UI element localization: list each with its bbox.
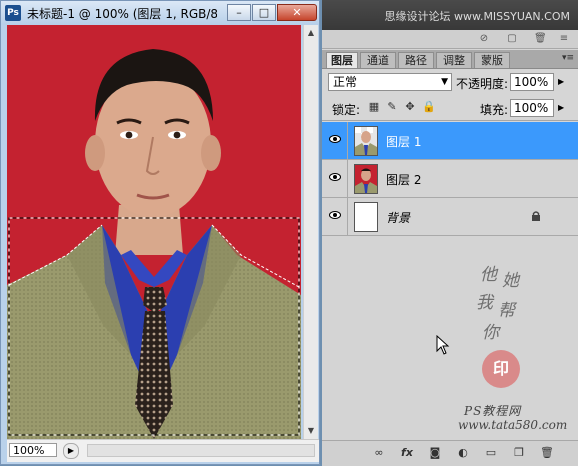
calligraphy-char: 我	[476, 293, 493, 313]
calligraphy-char: 帮	[498, 301, 515, 321]
photoshop-icon: Ps	[5, 5, 21, 21]
document-window: Ps 未标题-1 @ 100% (图层 1, RGB/8... – □ ✕ ▲ …	[0, 0, 320, 465]
blend-mode-row: 正常 ▼ 不透明度: 100% ▶	[322, 70, 578, 94]
layer-name: 背景	[386, 211, 411, 225]
fill-field[interactable]: 100%	[510, 99, 554, 117]
layers-list: 图层 1 图层 2 背景 他 她 我 帮 你	[322, 122, 578, 440]
panel-options-icon[interactable]: ≡	[558, 33, 570, 44]
panel-tabs: 图层 通道 路径 调整 蒙版 ▾≡	[322, 50, 578, 69]
lock-label: 锁定:	[332, 103, 361, 117]
site-watermark: 思缘设计论坛 www.MISSYUAN.COM	[384, 10, 570, 23]
layer-name: 图层 2	[386, 173, 422, 187]
maximize-button[interactable]: □	[252, 4, 276, 21]
new-item-icon[interactable]: ▢	[506, 33, 518, 44]
layer-thumbnail	[354, 164, 378, 194]
lock-image-pixels-icon[interactable]: ✎	[386, 101, 398, 113]
blend-mode-select[interactable]: 正常 ▼	[328, 73, 452, 91]
lock-position-icon[interactable]: ✥	[404, 101, 416, 113]
lock-row: 锁定: ▦ ✎ ✥ 🔒 填充: 100% ▶	[322, 96, 578, 121]
scroll-down-arrow-icon[interactable]: ▼	[305, 425, 317, 437]
mask-icon[interactable]: ◙	[428, 446, 442, 460]
vertical-scrollbar[interactable]: ▲ ▼	[303, 25, 318, 439]
layer-row-layer1[interactable]: 图层 1	[322, 122, 578, 160]
close-button[interactable]: ✕	[277, 4, 317, 21]
eye-icon	[329, 211, 341, 219]
site-name: PS教程网	[464, 404, 522, 418]
visibility-toggle[interactable]	[322, 198, 348, 235]
mouse-cursor-icon	[436, 335, 450, 355]
lock-transparent-pixels-icon[interactable]: ▦	[368, 101, 380, 113]
horizontal-scrollbar[interactable]	[87, 444, 315, 457]
panel-menu-icon[interactable]: ▾≡	[562, 53, 574, 63]
layers-panel-area: 思缘设计论坛 www.MISSYUAN.COM ⊘ ▢ 🗑 ≡ 图层 通道 路径…	[322, 0, 578, 466]
fill-label: 填充:	[480, 103, 509, 117]
layers-panel-toolbar: ∞ fx ◙ ◐ ▭ ❐ 🗑	[322, 440, 578, 466]
layer-row-layer2[interactable]: 图层 2	[322, 160, 578, 198]
new-layer-icon[interactable]: ❐	[512, 446, 526, 460]
fx-icon[interactable]: fx	[400, 446, 414, 460]
eye-icon	[329, 135, 341, 143]
zoom-level-field[interactable]: 100%	[9, 443, 57, 457]
opacity-field[interactable]: 100%	[510, 73, 554, 91]
trash-icon[interactable]: 🗑	[534, 33, 547, 44]
document-canvas[interactable]	[7, 25, 301, 439]
status-bar: 100% ▶	[7, 439, 319, 462]
tab-paths[interactable]: 路径	[398, 52, 434, 68]
calligraphy-char: 他	[480, 265, 497, 285]
layer-thumbnail	[354, 126, 378, 156]
no-entry-icon[interactable]: ⊘	[478, 33, 490, 44]
status-menu-arrow-icon[interactable]: ▶	[63, 443, 79, 459]
visibility-toggle[interactable]	[322, 122, 348, 159]
portrait-photo	[7, 25, 301, 439]
minimize-button[interactable]: –	[227, 4, 251, 21]
chevron-down-icon: ▼	[441, 77, 448, 87]
folder-icon[interactable]: ▭	[484, 446, 498, 460]
tab-adjustments[interactable]: 调整	[436, 52, 472, 68]
tab-layers[interactable]: 图层	[326, 52, 358, 68]
tab-channels[interactable]: 通道	[360, 52, 396, 68]
blend-mode-value: 正常	[333, 75, 358, 89]
adjustment-icon[interactable]: ◐	[456, 446, 470, 460]
tab-masks[interactable]: 蒙版	[474, 52, 510, 68]
opacity-slider-arrow-icon[interactable]: ▶	[558, 77, 564, 86]
lock-all-icon[interactable]: 🔒	[422, 101, 436, 113]
layer-thumbnail	[354, 202, 378, 232]
link-icon[interactable]: ∞	[372, 446, 386, 460]
scroll-up-arrow-icon[interactable]: ▲	[305, 27, 317, 39]
opacity-label: 不透明度:	[456, 77, 509, 91]
lock-icon	[532, 211, 540, 221]
layer-row-background[interactable]: 背景	[322, 198, 578, 236]
seal-stamp: 印	[482, 350, 520, 388]
calligraphy-char: 她	[502, 271, 519, 291]
collapsed-panel-bar: ⊘ ▢ 🗑 ≡	[322, 30, 578, 49]
document-titlebar[interactable]: Ps 未标题-1 @ 100% (图层 1, RGB/8... – □ ✕	[1, 1, 319, 25]
site-url: www.tata580.com	[458, 418, 568, 432]
fill-slider-arrow-icon[interactable]: ▶	[558, 103, 564, 112]
calligraphy-char: 你	[482, 323, 499, 343]
document-title: 未标题-1 @ 100% (图层 1, RGB/8...	[27, 7, 217, 21]
visibility-toggle[interactable]	[322, 160, 348, 197]
layer-name: 图层 1	[386, 135, 422, 149]
eye-icon	[329, 173, 341, 181]
trash-icon[interactable]: 🗑	[540, 446, 554, 460]
